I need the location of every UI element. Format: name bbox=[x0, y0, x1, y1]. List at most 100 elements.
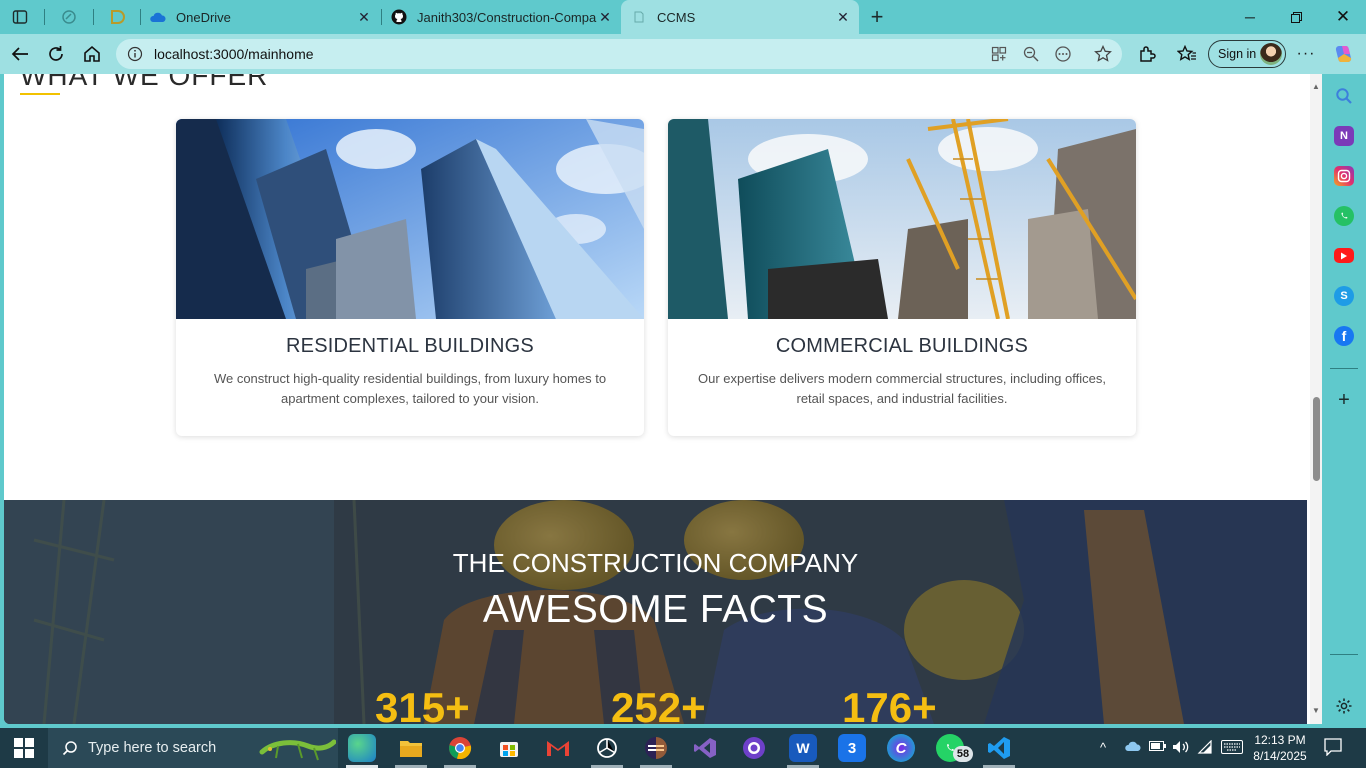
favorite-star-icon[interactable] bbox=[1092, 43, 1114, 65]
clock-date: 8/14/2025 bbox=[1253, 749, 1307, 763]
scroll-thumb[interactable] bbox=[1313, 397, 1320, 481]
tab-onedrive[interactable]: OneDrive ✕ bbox=[140, 0, 380, 34]
sidebar-divider bbox=[1330, 368, 1358, 369]
minimize-button[interactable]: ─ bbox=[1227, 0, 1273, 34]
facts-title: AWESOME FACTS bbox=[482, 588, 829, 631]
chatgpt-icon[interactable] bbox=[593, 734, 621, 762]
pinned-tab-icon[interactable] bbox=[58, 6, 80, 28]
tab-separator bbox=[44, 9, 45, 25]
close-tab-icon[interactable]: ✕ bbox=[356, 9, 372, 25]
skype-icon[interactable]: S bbox=[1334, 286, 1354, 306]
youtube-icon[interactable] bbox=[1334, 248, 1354, 263]
fact-number: 176+ bbox=[842, 684, 937, 724]
card-title: RESIDENTIAL BUILDINGS bbox=[286, 335, 534, 357]
close-tab-icon[interactable]: ✕ bbox=[597, 9, 613, 25]
whatsapp-icon[interactable] bbox=[1334, 206, 1354, 226]
scroll-up-icon[interactable]: ▲ bbox=[1311, 82, 1321, 92]
refresh-icon[interactable] bbox=[44, 42, 68, 66]
fact-number: 252+ bbox=[611, 684, 706, 724]
scroll-down-icon[interactable]: ▼ bbox=[1311, 706, 1321, 716]
onedrive-icon bbox=[150, 9, 166, 25]
close-window-button[interactable]: ✕ bbox=[1320, 0, 1366, 34]
new-tab-icon[interactable]: + bbox=[866, 4, 888, 29]
search-icon bbox=[62, 740, 78, 756]
lizard-decoration-icon bbox=[258, 732, 337, 768]
close-tab-icon[interactable]: ✕ bbox=[835, 9, 851, 25]
windows-start-icon[interactable] bbox=[14, 738, 34, 758]
avatar bbox=[1260, 43, 1282, 65]
address-bar[interactable]: localhost:3000/mainhome bbox=[116, 39, 1122, 69]
tab-strip: OneDrive ✕ Janith303/Construction-Compan… bbox=[0, 0, 1366, 34]
word-icon[interactable]: W bbox=[789, 734, 817, 762]
residential-buildings-image bbox=[176, 119, 644, 319]
eclipse-icon[interactable] bbox=[642, 734, 670, 762]
tab-title: OneDrive bbox=[176, 9, 231, 25]
search-placeholder: Type here to search bbox=[88, 740, 217, 756]
fact-number: 315+ bbox=[375, 684, 470, 724]
app-three-icon[interactable]: 3 bbox=[838, 734, 866, 762]
facts-subtitle: THE CONSTRUCTION COMPANY bbox=[452, 548, 859, 578]
vscode-icon[interactable] bbox=[985, 734, 1013, 762]
chrome-icon[interactable] bbox=[446, 734, 474, 762]
volume-icon[interactable] bbox=[1172, 740, 1190, 757]
read-aloud-icon[interactable] bbox=[1052, 43, 1074, 65]
facts-section: THE CONSTRUCTION COMPANY AWESOME FACTS 3… bbox=[4, 500, 1307, 724]
add-icon[interactable]: + bbox=[1334, 389, 1354, 411]
onedrive-tray-icon[interactable] bbox=[1124, 740, 1142, 755]
settings-icon[interactable] bbox=[1334, 696, 1354, 716]
tab-ccms[interactable]: CCMS ✕ bbox=[621, 0, 859, 34]
onenote-icon[interactable]: N bbox=[1334, 126, 1354, 146]
notification-badge: 58 bbox=[953, 746, 973, 762]
taskbar-clock[interactable]: 12:13 PM 8/14/2025 bbox=[1248, 732, 1312, 764]
network-icon[interactable] bbox=[1197, 739, 1213, 757]
taskbar-search-box[interactable]: Type here to search bbox=[48, 728, 338, 768]
page-viewport: WHAT WE OFFER RESIDENTIAL BUILDINGS We c… bbox=[4, 74, 1322, 724]
copilot-icon[interactable] bbox=[1332, 42, 1356, 66]
tab-title: CCMS bbox=[657, 9, 696, 25]
pinned-tab-icon[interactable] bbox=[106, 6, 128, 28]
sign-in-label: Sign in bbox=[1218, 47, 1257, 61]
heading-underline bbox=[20, 93, 60, 95]
canva-icon[interactable]: C bbox=[887, 734, 915, 762]
more-options-icon[interactable]: ··· bbox=[1294, 42, 1318, 66]
service-card-commercial[interactable]: COMMERCIAL BUILDINGS Our expertise deliv… bbox=[668, 119, 1136, 436]
home-icon[interactable] bbox=[80, 42, 104, 66]
card-description: Our expertise delivers modern commercial… bbox=[698, 371, 1106, 406]
sidebar-divider bbox=[1330, 654, 1358, 655]
card-title: COMMERCIAL BUILDINGS bbox=[775, 335, 1029, 357]
battery-icon[interactable] bbox=[1149, 740, 1167, 755]
app-available-icon[interactable] bbox=[988, 43, 1010, 65]
tab-separator bbox=[93, 9, 94, 25]
windows-taskbar: Type here to search W 3 C ^ 12:13 PM 8/1… bbox=[0, 728, 1366, 768]
tab-github[interactable]: Janith303/Construction-Company ✕ bbox=[381, 0, 621, 34]
edge-app-icon[interactable] bbox=[348, 734, 376, 762]
github-desktop-icon[interactable] bbox=[740, 734, 768, 762]
favorites-icon[interactable] bbox=[1175, 42, 1199, 66]
restore-button[interactable] bbox=[1273, 0, 1319, 34]
section-heading: WHAT WE OFFER bbox=[20, 74, 269, 91]
site-info-icon[interactable] bbox=[120, 46, 150, 62]
microsoft-store-icon[interactable] bbox=[495, 734, 523, 762]
zoom-out-icon[interactable] bbox=[1020, 43, 1042, 65]
sign-in-button[interactable]: Sign in bbox=[1208, 40, 1286, 68]
keyboard-icon[interactable] bbox=[1221, 740, 1243, 757]
card-description: We construct high-quality residential bu… bbox=[213, 371, 607, 406]
back-icon[interactable] bbox=[8, 42, 32, 66]
gmail-icon[interactable] bbox=[544, 734, 572, 762]
clock-time: 12:13 PM bbox=[1254, 733, 1306, 747]
instagram-icon[interactable] bbox=[1334, 166, 1354, 186]
facebook-icon[interactable]: f bbox=[1334, 326, 1354, 346]
file-explorer-icon[interactable] bbox=[397, 734, 425, 762]
ccms-icon bbox=[631, 9, 647, 25]
page-scrollbar[interactable]: ▲ ▼ bbox=[1310, 74, 1322, 724]
show-hidden-icons-icon[interactable]: ^ bbox=[1100, 740, 1106, 755]
url-text: localhost:3000/mainhome bbox=[154, 46, 314, 62]
search-icon[interactable] bbox=[1334, 86, 1354, 106]
service-card-residential[interactable]: RESIDENTIAL BUILDINGS We construct high-… bbox=[176, 119, 644, 436]
tab-title: Janith303/Construction-Company bbox=[417, 9, 597, 25]
notifications-icon[interactable] bbox=[1324, 738, 1342, 759]
extensions-icon[interactable] bbox=[1135, 42, 1159, 66]
visual-studio-icon[interactable] bbox=[691, 734, 719, 762]
tab-actions-icon[interactable] bbox=[9, 6, 31, 28]
browser-sidebar: N S f + bbox=[1322, 74, 1366, 724]
